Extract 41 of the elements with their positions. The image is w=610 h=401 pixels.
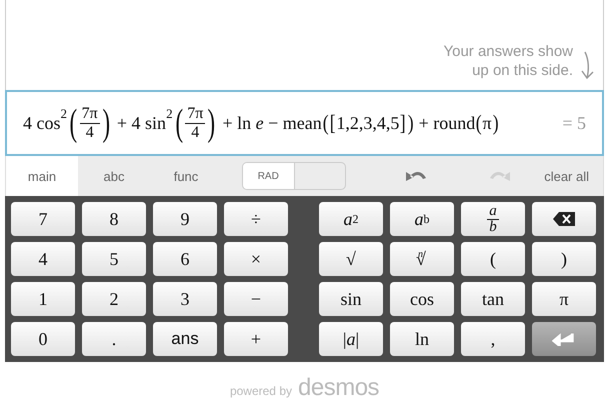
tab[interactable]: func [150,156,222,196]
key[interactable]: . [82,322,146,356]
key[interactable]: 8 [82,202,146,236]
key[interactable]: 3 [153,282,217,316]
key[interactable]: 7 [11,202,75,236]
enter-icon [552,332,576,346]
key[interactable]: sin [319,282,383,316]
key[interactable]: cos [390,282,454,316]
key[interactable]: ln [390,322,454,356]
key[interactable]: tan [461,282,525,316]
key[interactable]: + [224,322,288,356]
key[interactable]: × [224,242,288,276]
arrow-icon [579,50,595,80]
result-text: = 5 [562,112,586,134]
powered-by-text: powered by [230,384,292,398]
key[interactable]: 9 [153,202,217,236]
key[interactable]: 5 [82,242,146,276]
key[interactable]: 2 [82,282,146,316]
key[interactable]: 1 [11,282,75,316]
key[interactable]: − [224,282,288,316]
clear-all-button[interactable]: clear all [538,168,595,184]
key[interactable]: √ [319,242,383,276]
key[interactable]: ) [532,242,596,276]
key[interactable]: ÷ [224,202,288,236]
tab[interactable]: main [6,156,78,196]
fraction-key[interactable]: a b [461,202,525,236]
angle-toggle[interactable]: RAD [242,162,346,190]
key[interactable]: 6 [153,242,217,276]
key[interactable]: 0 [11,322,75,356]
tab[interactable]: abc [78,156,150,196]
hint-text: Your answers show up on this side. [442,42,573,80]
key[interactable]: ( [461,242,525,276]
key[interactable]: 4 [11,242,75,276]
backspace-icon [553,212,575,226]
key[interactable]: |a| [319,322,383,356]
enter-button[interactable] [532,322,596,356]
key[interactable]: ans [153,322,217,356]
backspace-button[interactable] [532,202,596,236]
key[interactable]: , [461,322,525,356]
key[interactable]: π [532,282,596,316]
logo: desmos [298,374,380,401]
